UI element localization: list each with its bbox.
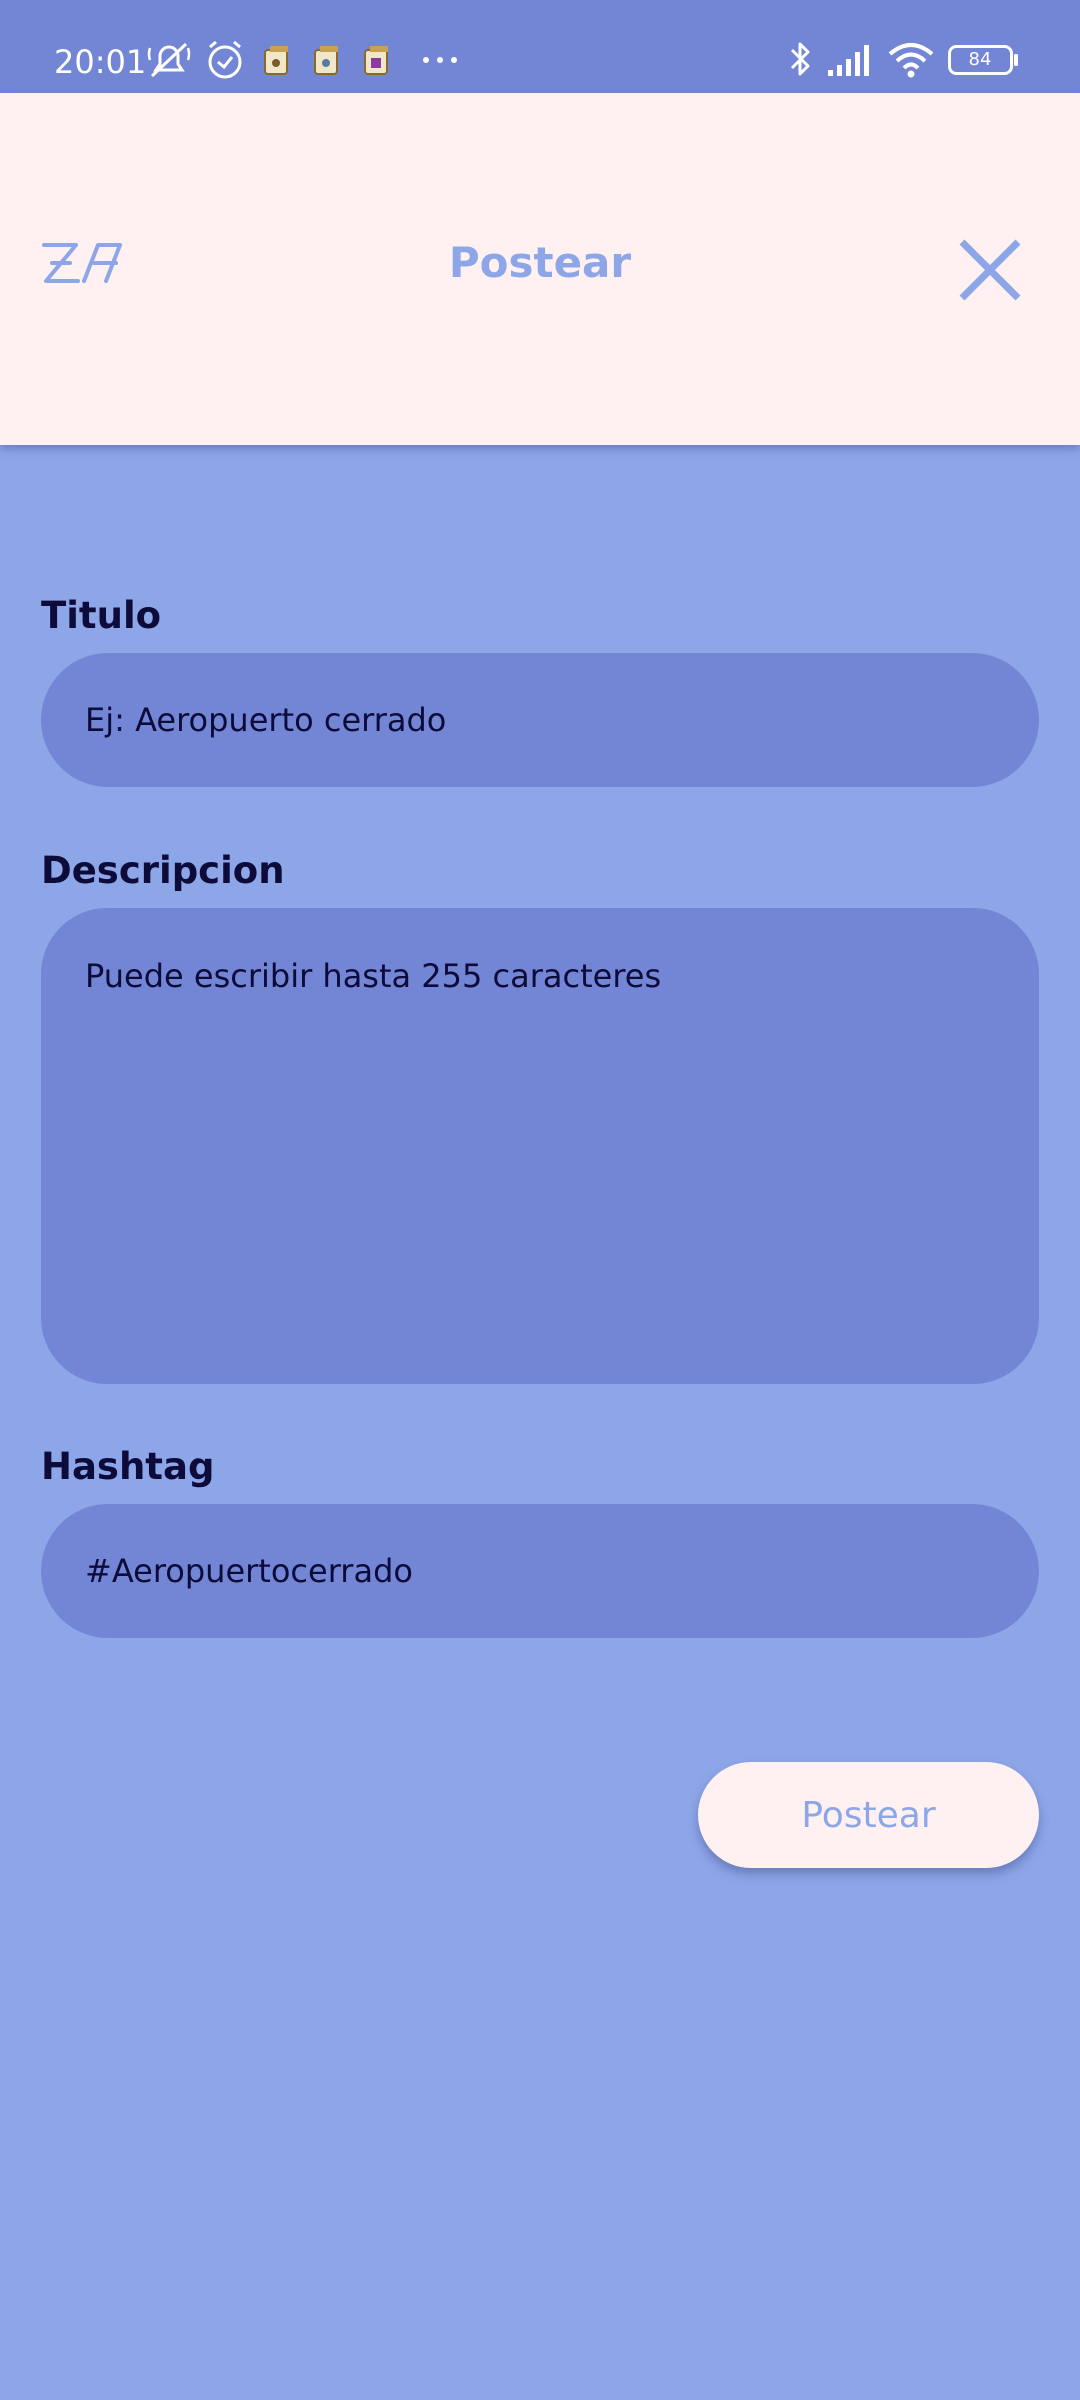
status-time: 20:01 [54, 43, 147, 81]
description-label: Descripcion [41, 849, 285, 892]
title-input[interactable] [41, 653, 1039, 787]
battery-icon: 84 [948, 45, 1018, 75]
app-header: Postear [0, 93, 1080, 445]
app-notification-icon [364, 46, 388, 75]
app-notification-icon [314, 46, 338, 75]
mute-icon [147, 42, 191, 78]
wifi-icon [888, 43, 934, 78]
signal-icon [828, 45, 869, 76]
page-title: Postear [448, 238, 632, 287]
hashtag-label: Hashtag [41, 1445, 215, 1488]
post-button[interactable]: Postear [698, 1762, 1039, 1868]
status-bar: 20:01 84 [0, 0, 1080, 93]
alarm-icon [208, 40, 242, 79]
hashtag-input[interactable] [41, 1504, 1039, 1638]
title-label: Titulo [41, 594, 162, 637]
more-dots-icon [423, 57, 457, 63]
close-icon[interactable] [954, 234, 1026, 306]
battery-level: 84 [968, 49, 992, 70]
app-notification-icon [264, 46, 288, 75]
description-input[interactable] [41, 908, 1039, 1384]
bluetooth-icon [790, 42, 810, 76]
